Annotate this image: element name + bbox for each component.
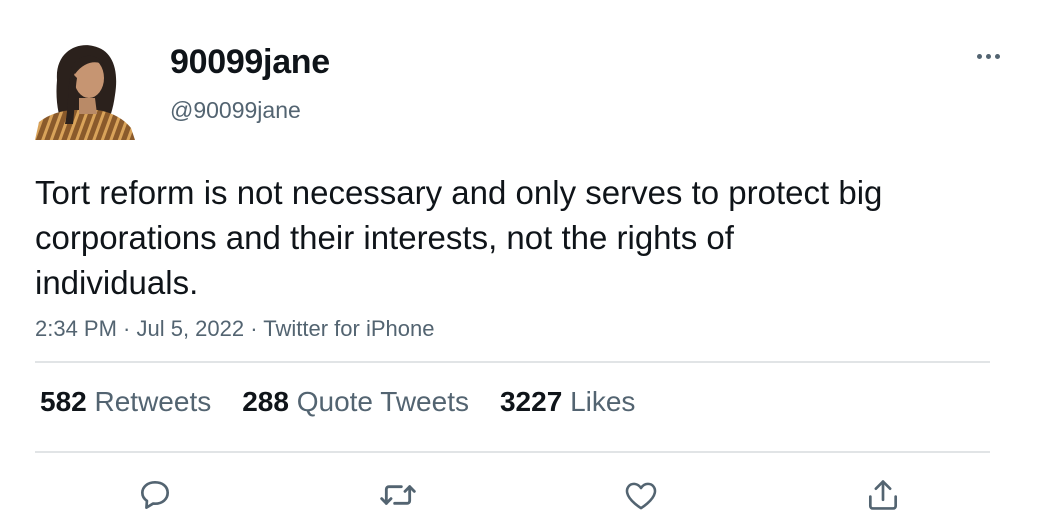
quote-tweets-stat[interactable]: 288 Quote Tweets [242, 386, 469, 418]
retweet-button[interactable] [377, 474, 419, 516]
display-name[interactable]: 90099jane [170, 43, 330, 82]
avatar[interactable] [35, 40, 135, 140]
more-icon-dot [985, 53, 991, 59]
quote-tweets-count: 288 [242, 386, 297, 417]
retweets-count: 582 [40, 386, 95, 417]
likes-stat[interactable]: 3227 Likes [500, 386, 635, 418]
more-icon [976, 53, 982, 59]
retweet-icon [380, 485, 416, 505]
tweet-stats: 582 Retweets 288 Quote Tweets 3227 Likes [40, 386, 666, 418]
tweet-meta[interactable]: 2:34 PM · Jul 5, 2022 · Twitter for iPho… [35, 316, 434, 342]
tweet-text: Tort reform is not necessary and only se… [35, 174, 883, 301]
share-icon [868, 480, 898, 510]
likes-count: 3227 [499, 386, 571, 417]
more-icon-dot [994, 53, 1000, 59]
like-icon [625, 482, 657, 510]
retweets-label: Retweets [94, 386, 212, 417]
profile-photo-icon [35, 40, 135, 140]
action-bar [0, 474, 1050, 516]
quote-tweets-label: Quote Tweets [296, 386, 469, 417]
divider [35, 451, 990, 453]
handle[interactable]: @90099jane [170, 97, 301, 124]
share-button[interactable] [862, 474, 904, 516]
like-button[interactable] [620, 474, 662, 516]
retweets-stat[interactable]: 582 Retweets [40, 386, 211, 418]
likes-label: Likes [570, 386, 636, 417]
divider [35, 361, 990, 363]
reply-icon [140, 480, 170, 510]
reply-button[interactable] [134, 474, 176, 516]
tweet-card: 90099jane @90099jane Tort reform is not … [0, 0, 1050, 525]
more-button[interactable] [968, 42, 1008, 70]
